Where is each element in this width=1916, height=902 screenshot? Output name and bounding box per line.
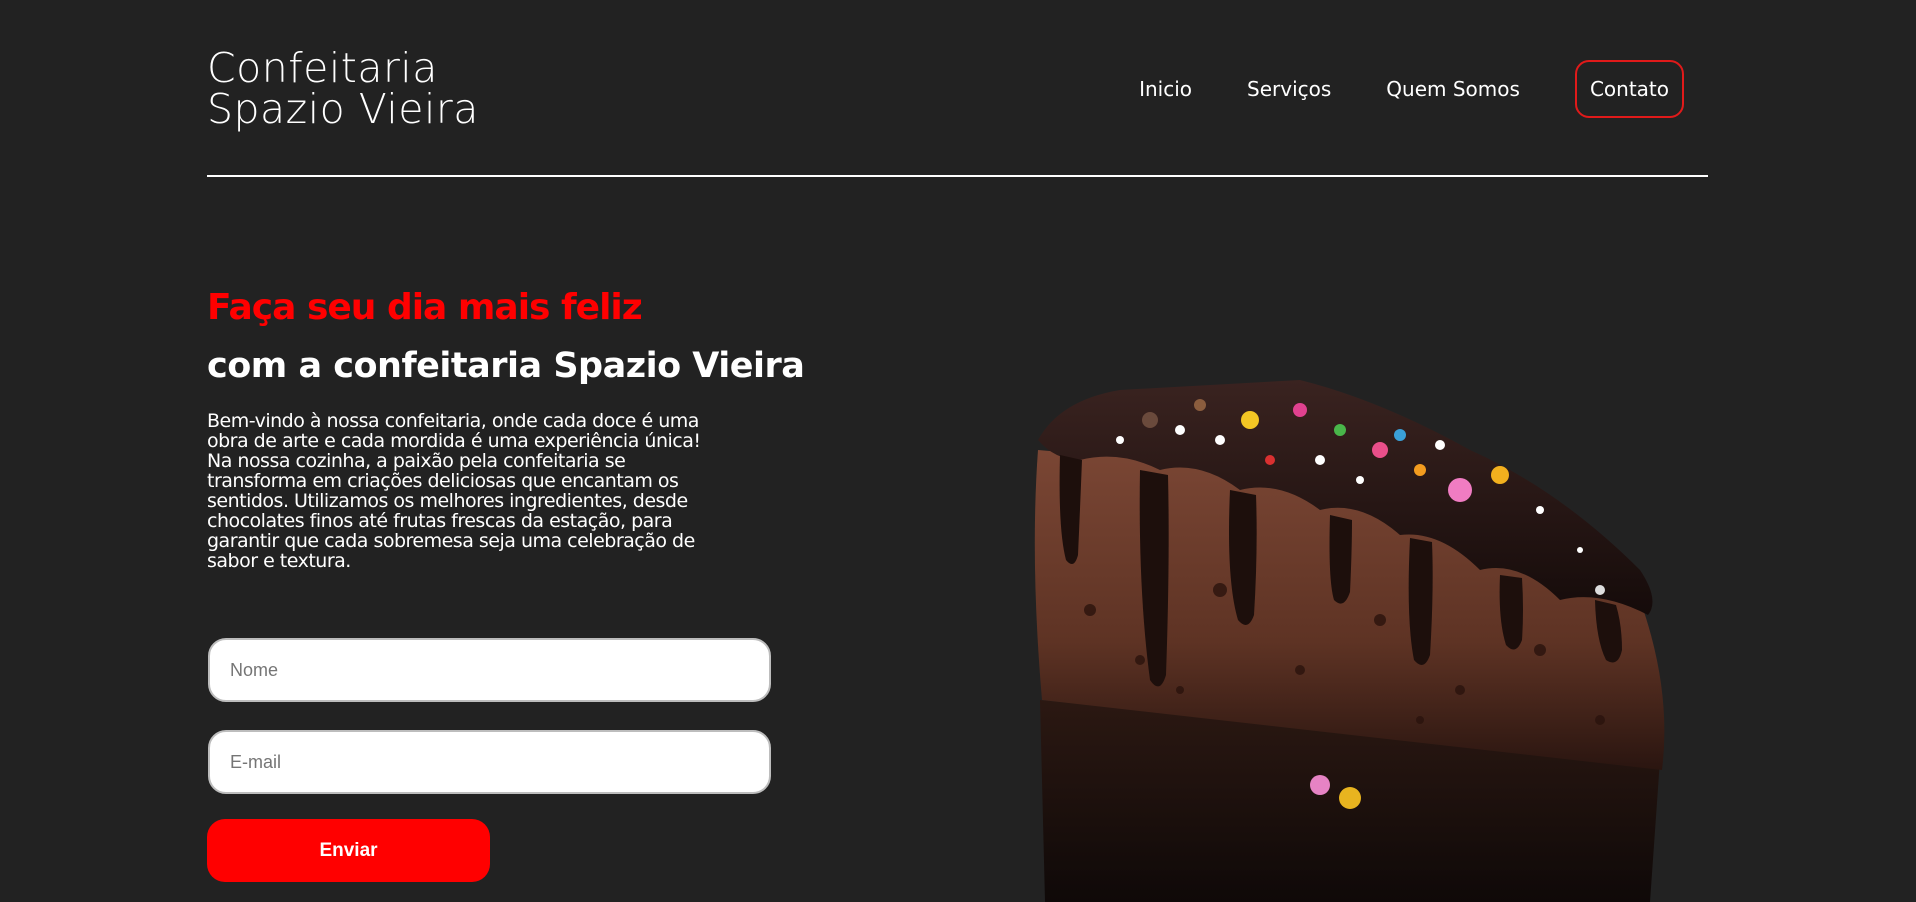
submit-button[interactable]: Enviar [207, 819, 490, 882]
nav-link-servicos[interactable]: Serviços [1247, 79, 1331, 99]
hero-headline: Faça seu dia mais feliz [207, 287, 643, 328]
landing-page: Confeitaria Spazio Vieira Inicio Serviço… [0, 0, 1916, 902]
name-input[interactable] [208, 638, 771, 702]
brand-line-1: Confeitaria [207, 44, 438, 92]
nav-link-quem-somos[interactable]: Quem Somos [1386, 79, 1520, 99]
cake-image [1000, 360, 1700, 902]
brand-logo[interactable]: Confeitaria Spazio Vieira [207, 48, 479, 130]
header-divider [207, 175, 1708, 177]
brand-line-2: Spazio Vieira [207, 85, 479, 133]
hero-intro-text: Bem-vindo à nossa confeitaria, onde cada… [207, 410, 701, 572]
email-input[interactable] [208, 730, 771, 794]
nav-link-inicio[interactable]: Inicio [1139, 79, 1192, 99]
nav-link-contato[interactable]: Contato [1574, 60, 1684, 118]
main-nav: Inicio Serviços Quem Somos Contato [1084, 60, 1684, 118]
hero-subheadline: com a confeitaria Spazio Vieira [207, 346, 805, 386]
